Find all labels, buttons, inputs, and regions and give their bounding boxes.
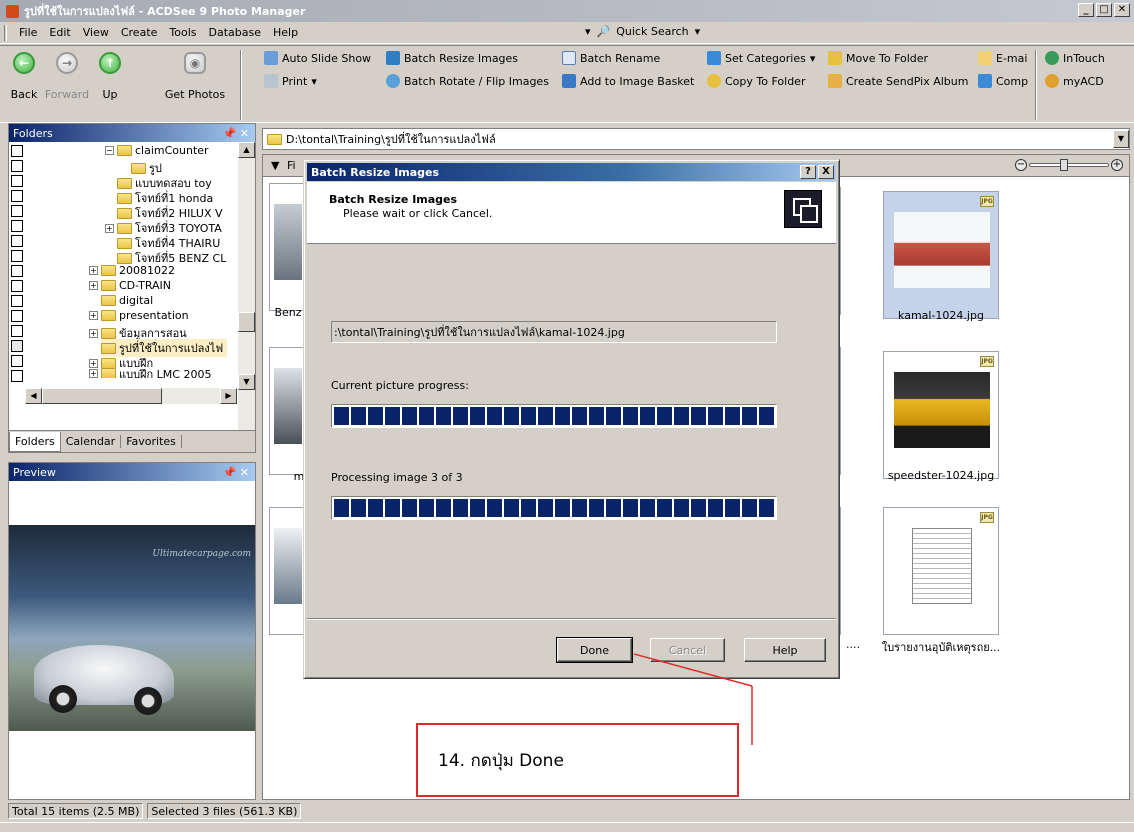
status-total: Total 15 items (2.5 MB) <box>8 803 144 819</box>
instruction-callout: 14. กดปุ่ม Done <box>416 723 739 797</box>
callout-pointer-line <box>633 653 753 687</box>
taskbar <box>0 822 1134 832</box>
status-bar: Total 15 items (2.5 MB) Selected 3 files… <box>0 802 1134 820</box>
annotation-lines <box>633 653 753 745</box>
callout-text: 14. กดปุ่ม Done <box>438 750 564 771</box>
status-selected: Selected 3 files (561.3 KB) <box>147 803 302 819</box>
